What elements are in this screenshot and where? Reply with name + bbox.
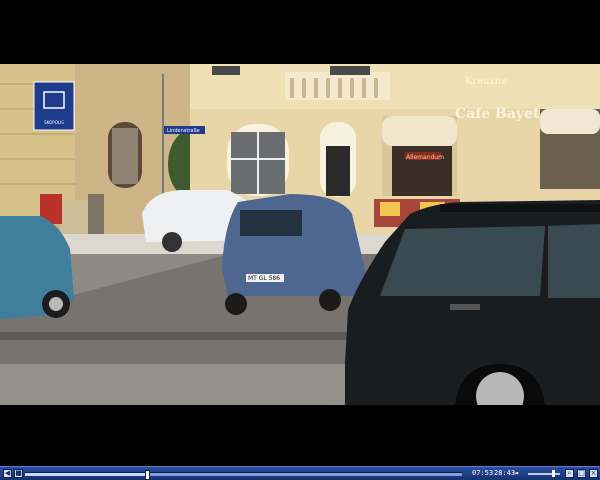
video-area[interactable]: Cafe Bayet Kreuzne Allemandum SKOPOLIS L… bbox=[0, 0, 600, 466]
skip-back-icon[interactable]: ◀ bbox=[3, 469, 12, 478]
close-icon[interactable]: × bbox=[589, 469, 598, 478]
seek-thumb[interactable] bbox=[145, 470, 151, 480]
player-control-bar: ◀ ■ 07:53 28:43 ◄ ⌕ □ × bbox=[0, 466, 600, 480]
seek-bar-fill bbox=[25, 473, 148, 476]
volume-thumb[interactable] bbox=[551, 470, 555, 477]
speaker-icon[interactable]: ◄ bbox=[514, 469, 518, 478]
stop-icon[interactable]: ■ bbox=[14, 469, 23, 478]
volume-slider[interactable] bbox=[528, 470, 560, 477]
building-lettering: Kreuzne bbox=[465, 76, 507, 87]
video-still: Cafe Bayet Kreuzne Allemandum SKOPOLIS L… bbox=[0, 64, 600, 405]
total-time: 28:43 bbox=[494, 469, 516, 477]
seek-bar[interactable] bbox=[25, 470, 462, 480]
license-plate: MT GL 586 bbox=[248, 275, 280, 282]
museum-sign-label: SKOPOLIS bbox=[44, 120, 64, 125]
elapsed-time: 07:53 bbox=[472, 469, 494, 477]
cafe-sign: Cafe Bayet bbox=[455, 106, 540, 122]
street-sign: Lindenstraße bbox=[167, 128, 200, 134]
video-frame[interactable]: Cafe Bayet Kreuzne Allemandum SKOPOLIS L… bbox=[0, 64, 600, 405]
magnifier-icon[interactable]: ⌕ bbox=[565, 469, 574, 478]
fullscreen-icon[interactable]: □ bbox=[577, 469, 586, 478]
awning-text: Allemandum bbox=[406, 154, 444, 161]
citroen-car bbox=[222, 194, 366, 296]
